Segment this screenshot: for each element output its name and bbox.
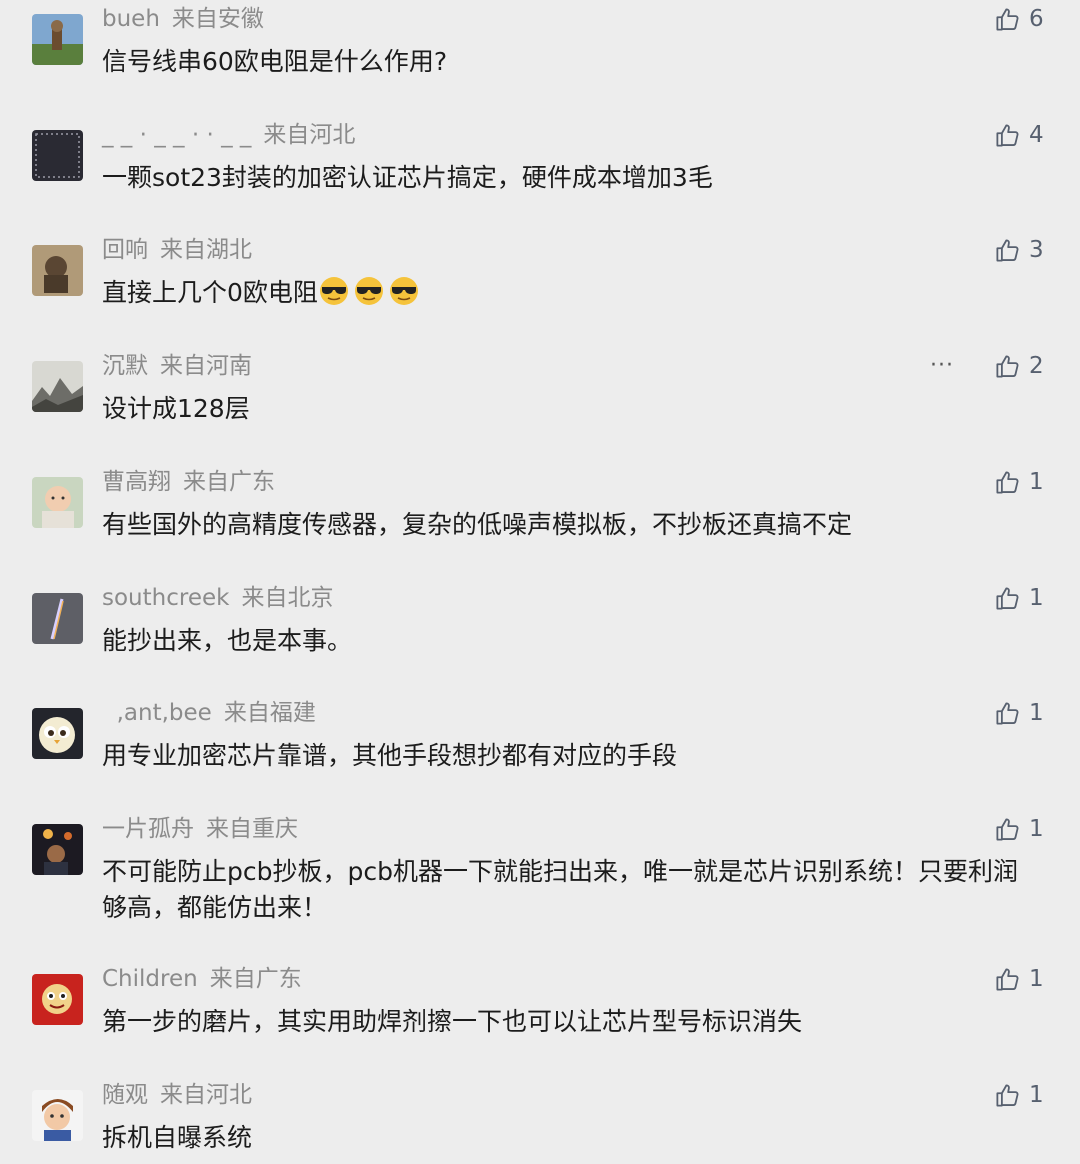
like-count: 1 — [1029, 1082, 1044, 1108]
avatar[interactable] — [32, 477, 83, 528]
comment-meta: _ _ · _ _ · · _ _ 来自河北 — [102, 118, 355, 152]
comment-meta: southcreek 来自北京 — [102, 581, 333, 615]
avatar[interactable] — [32, 1090, 83, 1141]
like-button[interactable]: 1 — [994, 465, 1044, 499]
location-label: 来自北京 — [241, 585, 334, 611]
thumbs-up-icon — [996, 967, 1019, 991]
avatar[interactable] — [32, 245, 83, 296]
avatar[interactable] — [32, 14, 83, 65]
location-label: 来自广东 — [183, 469, 275, 495]
comment-meta: ,ant,bee 来自福建 — [102, 696, 316, 730]
like-button[interactable]: 1 — [994, 581, 1044, 615]
avatar[interactable] — [32, 974, 83, 1025]
username[interactable]: _ _ · _ _ · · _ _ — [102, 122, 251, 148]
like-count: 6 — [1029, 6, 1044, 32]
like-button[interactable]: 1 — [994, 696, 1044, 730]
username[interactable]: 曹高翔 — [102, 469, 171, 495]
like-count: 1 — [1029, 700, 1044, 726]
sunglasses-emoji — [389, 277, 418, 305]
like-button[interactable]: 1 — [994, 812, 1044, 846]
thumbs-up-icon — [996, 586, 1019, 610]
like-count: 1 — [1029, 966, 1044, 992]
sunglasses-emoji — [319, 277, 348, 305]
location-label: 来自河北 — [160, 1082, 252, 1108]
thumbs-up-icon — [996, 470, 1019, 494]
location-label: 来自广东 — [209, 966, 302, 992]
like-button[interactable]: 3 — [994, 233, 1044, 267]
comment-text: 不可能防止pcb抄板，pcb机器一下就能扫出来，唯一就是芯片识别系统！只要利润够… — [102, 857, 1018, 922]
location-label: 来自河南 — [160, 353, 252, 379]
comment-meta: 曹高翔 来自广东 — [102, 465, 275, 499]
like-count: 3 — [1029, 237, 1044, 263]
location-label: 来自安徽 — [171, 6, 264, 32]
location-label: 来自重庆 — [206, 816, 298, 842]
like-button[interactable]: 6 — [994, 2, 1044, 36]
comment-text: 用专业加密芯片靠谱，其他手段想抄都有对应的手段 — [102, 741, 678, 770]
username[interactable]: Children — [102, 966, 198, 992]
avatar[interactable] — [32, 824, 83, 875]
comment-meta: 一片孤舟 来自重庆 — [102, 812, 298, 846]
like-count: 4 — [1029, 122, 1044, 148]
comment-meta: bueh 来自安徽 — [102, 2, 264, 36]
like-count: 1 — [1029, 816, 1044, 842]
thumbs-up-icon — [996, 354, 1019, 378]
like-count: 2 — [1029, 353, 1044, 379]
location-label: 来自河北 — [263, 122, 356, 148]
thumbs-up-icon — [996, 7, 1019, 31]
thumbs-up-icon — [996, 817, 1019, 841]
like-button[interactable]: 1 — [994, 962, 1044, 996]
comment-text: 一颗sot23封装的加密认证芯片搞定，硬件成本增加3毛 — [102, 163, 713, 192]
username[interactable]: 随观 — [102, 1082, 148, 1108]
avatar[interactable] — [32, 593, 83, 644]
comment-text: 设计成128层 — [102, 394, 250, 423]
username[interactable]: southcreek — [102, 585, 229, 611]
location-label: 来自福建 — [223, 700, 316, 726]
comment-text: 有些国外的高精度传感器，复杂的低噪声模拟板，不抄板还真搞不定 — [102, 510, 853, 539]
comment-meta: Children 来自广东 — [102, 962, 302, 996]
comment-text: 信号线串60欧电阻是什么作用? — [102, 47, 448, 76]
like-count: 1 — [1029, 469, 1044, 495]
avatar[interactable] — [32, 130, 83, 181]
thumbs-up-icon — [996, 701, 1019, 725]
sunglasses-emoji — [354, 277, 383, 305]
like-button[interactable]: 1 — [994, 1078, 1044, 1112]
comment-text: 能抄出来，也是本事。 — [102, 626, 353, 655]
like-button[interactable]: 4 — [994, 118, 1044, 152]
comment-text: 直接上几个0欧电阻 — [102, 275, 1037, 311]
like-button[interactable]: 2 — [994, 349, 1044, 383]
comment-meta: 随观 来自河北 — [102, 1078, 252, 1112]
username[interactable]: 回响 — [102, 237, 148, 263]
avatar[interactable] — [32, 708, 83, 759]
comment-meta: 回响 来自湖北 — [102, 233, 252, 267]
thumbs-up-icon — [996, 238, 1019, 262]
more-options-icon[interactable]: ··· — [930, 355, 954, 377]
like-count: 1 — [1029, 585, 1044, 611]
username[interactable]: ,ant,bee — [102, 700, 212, 726]
avatar[interactable] — [32, 361, 83, 412]
comment-text: 第一步的磨片，其实用助焊剂擦一下也可以让芯片型号标识消失 — [102, 1007, 803, 1036]
comment-text: 拆机自曝系统 — [102, 1123, 253, 1152]
comment-text-body: 直接上几个0欧电阻 — [102, 278, 318, 307]
thumbs-up-icon — [996, 1083, 1019, 1107]
username[interactable]: 沉默 — [102, 353, 148, 379]
username[interactable]: 一片孤舟 — [102, 816, 194, 842]
thumbs-up-icon — [996, 123, 1019, 147]
comment-meta: 沉默 来自河南 — [102, 349, 252, 383]
location-label: 来自湖北 — [160, 237, 252, 263]
username[interactable]: bueh — [102, 6, 160, 32]
